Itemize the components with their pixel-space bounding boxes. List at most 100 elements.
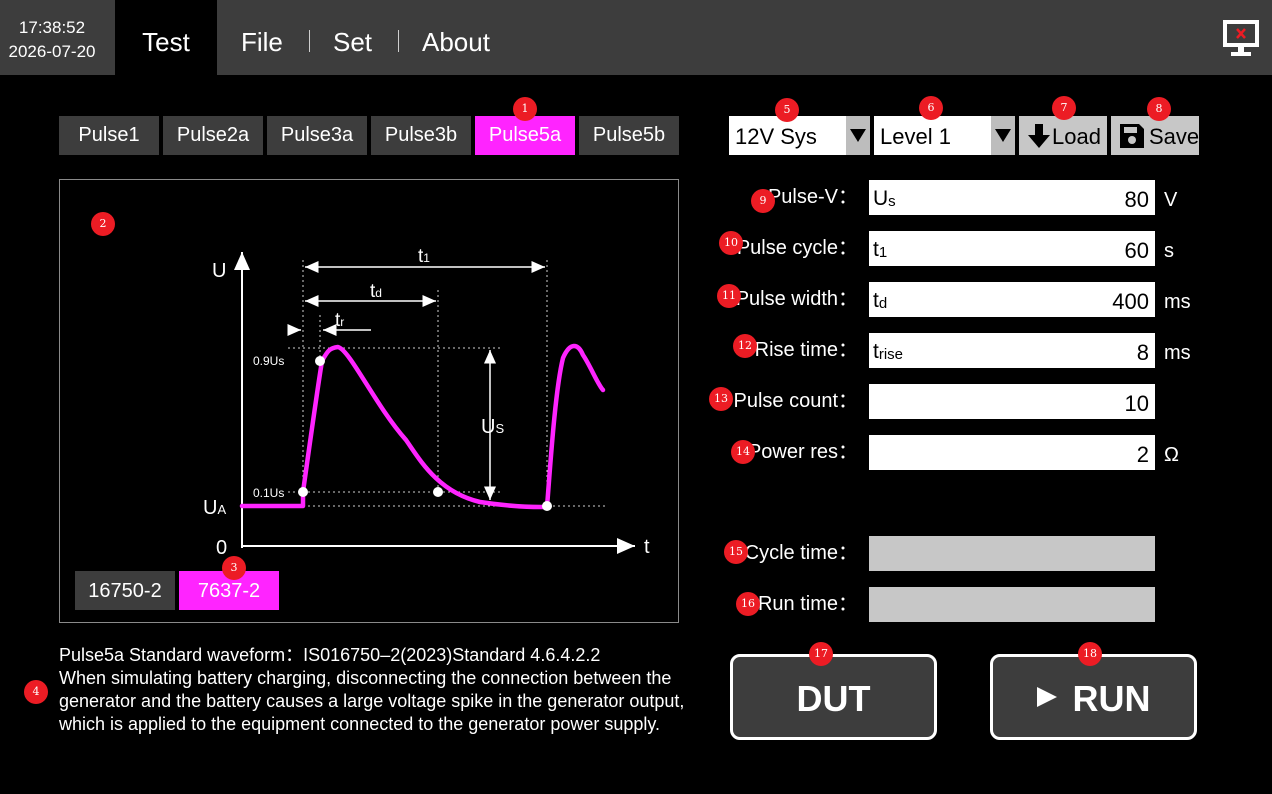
- load-label: Load: [1052, 124, 1101, 149]
- pulse-count-value: 10: [1124, 391, 1149, 416]
- pulse-width-field[interactable]: td 400: [869, 282, 1155, 317]
- tab-pulse3b[interactable]: Pulse3b: [371, 116, 471, 155]
- waveform-diagram: U t 0 UA t1 td tr US 0.9Us 0.1Us: [203, 246, 650, 559]
- description-text: When simulating battery charging, discon…: [59, 668, 685, 734]
- rise-time-unit: ms: [1164, 342, 1191, 364]
- badge-1: 1: [513, 97, 537, 121]
- tab-pulse3a[interactable]: Pulse3a: [267, 116, 367, 155]
- monitor-close-icon[interactable]: [1222, 19, 1260, 57]
- us-label: US: [481, 416, 504, 438]
- pulse-v-symbol: Us: [873, 187, 896, 210]
- system-select[interactable]: 12V Sys: [729, 116, 870, 155]
- badge-10: 10: [719, 231, 743, 255]
- pulse-width-label: Pulse width：: [735, 288, 858, 310]
- pulse-cycle-unit: s: [1164, 240, 1174, 262]
- pulse-v-unit: V: [1164, 189, 1178, 211]
- level-09-label: 0.9Us: [253, 354, 284, 368]
- tr-label: tr: [335, 310, 344, 331]
- badge-6: 6: [919, 96, 943, 120]
- download-arrow-icon: [1028, 124, 1050, 148]
- level-select-value: Level 1: [880, 124, 951, 149]
- menu-test[interactable]: Test: [115, 0, 217, 75]
- menu-file[interactable]: File: [241, 0, 283, 75]
- badge-12: 12: [733, 334, 757, 358]
- clock: 17:38:52 2026-07-20: [0, 0, 104, 75]
- tab-pulse2a[interactable]: Pulse2a: [163, 116, 263, 155]
- menu-set[interactable]: Set: [333, 0, 372, 75]
- y-axis-label: U: [212, 260, 226, 282]
- chevron-down-icon: [846, 116, 870, 155]
- floppy-disk-icon: [1120, 124, 1144, 148]
- cycle-time-field: [869, 536, 1155, 571]
- rise-time-value: 8: [1136, 340, 1149, 365]
- pulse-curve: [239, 343, 606, 510]
- ua-label: UA: [203, 497, 226, 519]
- system-select-value: 12V Sys: [735, 124, 817, 149]
- pulse-v-label: Pulse-V：: [767, 186, 858, 208]
- cycle-time-label: Cycle time：: [744, 542, 858, 564]
- rise-time-symbol: trise: [873, 340, 904, 363]
- pulse-cycle-label: Pulse cycle：: [736, 237, 858, 259]
- badge-15: 15: [724, 540, 748, 564]
- badge-13: 13: [709, 387, 733, 411]
- save-button[interactable]: Save: [1111, 116, 1199, 155]
- level-select[interactable]: Level 1: [874, 116, 1015, 155]
- badge-17: 17: [809, 642, 833, 666]
- top-bar: 17:38:52 2026-07-20 Test File Set About: [0, 0, 1272, 75]
- badge-7: 7: [1052, 96, 1076, 120]
- power-res-unit: Ω: [1164, 444, 1179, 466]
- pulse-width-value: 400: [1112, 289, 1149, 314]
- level-01-label: 0.1Us: [253, 486, 284, 500]
- waveform-panel: U t 0 UA t1 td tr US 0.9Us 0.1Us 16750-2…: [59, 179, 679, 623]
- badge-14: 14: [731, 440, 755, 464]
- power-res-label: Power res：: [747, 441, 858, 463]
- power-res-field[interactable]: 2: [869, 435, 1155, 470]
- badge-11: 11: [717, 284, 741, 308]
- chevron-down-icon: [991, 116, 1015, 155]
- badge-8: 8: [1147, 97, 1171, 121]
- waveform-description: Pulse5a Standard waveform：IS016750–2(202…: [59, 644, 689, 736]
- badge-2: 2: [91, 212, 115, 236]
- badge-4: 4: [24, 680, 48, 704]
- tab-pulse5b[interactable]: Pulse5b: [579, 116, 679, 155]
- menu-about[interactable]: About: [422, 0, 490, 75]
- badge-5: 5: [775, 98, 799, 122]
- rise-time-field[interactable]: trise 8: [869, 333, 1155, 368]
- play-icon: [1036, 687, 1057, 707]
- t1-label: t1: [418, 246, 430, 267]
- rise-time-label: Rise time：: [754, 339, 858, 361]
- badge-9: 9: [751, 189, 775, 213]
- save-label: Save: [1149, 124, 1200, 149]
- pulse-cycle-symbol: t1: [873, 238, 888, 261]
- pulse-count-field[interactable]: 10: [869, 384, 1155, 419]
- run-label: RUN: [1072, 678, 1151, 719]
- curve-points: [298, 356, 552, 511]
- badge-18: 18: [1078, 642, 1102, 666]
- menu-separator: [309, 30, 310, 52]
- pulse-width-unit: ms: [1164, 291, 1191, 313]
- description-title: Pulse5a Standard waveform：IS016750–2(202…: [59, 645, 601, 665]
- badge-16: 16: [736, 592, 760, 616]
- x-axis-label: t: [644, 536, 650, 558]
- pulse-cycle-value: 60: [1124, 238, 1149, 263]
- dut-button[interactable]: DUT: [730, 654, 937, 740]
- tab-pulse1[interactable]: Pulse1: [59, 116, 159, 155]
- run-time-field: [869, 587, 1155, 622]
- load-button[interactable]: Load: [1019, 116, 1107, 155]
- run-button[interactable]: RUN: [990, 654, 1197, 740]
- clock-time: 17:38:52: [18, 18, 86, 37]
- origin-label: 0: [216, 537, 227, 559]
- menu-separator: [398, 30, 399, 52]
- td-label: td: [370, 281, 382, 302]
- tab-pulse5a[interactable]: Pulse5a: [475, 116, 575, 155]
- pulse-v-field[interactable]: Us 80: [869, 180, 1155, 215]
- power-res-value: 2: [1136, 442, 1149, 467]
- badge-3: 3: [222, 556, 246, 580]
- pulse-v-value: 80: [1124, 187, 1149, 212]
- pulse-width-symbol: td: [873, 289, 888, 312]
- run-time-label: Run time：: [757, 593, 858, 615]
- clock-date: 2026-07-20: [8, 42, 96, 61]
- pulse-cycle-field[interactable]: t1 60: [869, 231, 1155, 266]
- tab-standard-16750-2[interactable]: 16750-2: [75, 571, 175, 610]
- pulse-count-label: Pulse count：: [733, 390, 858, 412]
